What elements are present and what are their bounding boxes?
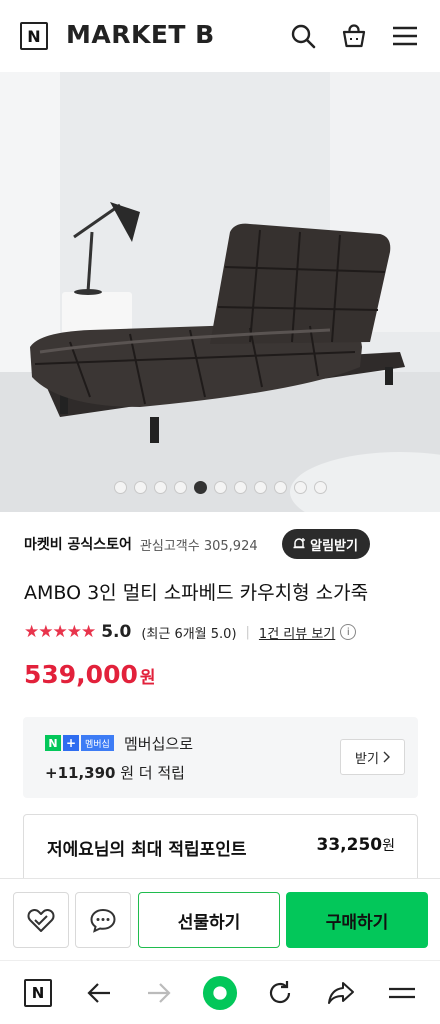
purchase-bar: 선물하기 구매하기	[0, 878, 440, 960]
max-points-label: 저에요님의 최대 적립포인트	[47, 840, 247, 860]
purchase-button[interactable]: 구매하기	[286, 892, 428, 948]
bell-plus-icon	[293, 538, 306, 549]
home-circle-icon[interactable]	[202, 975, 238, 1011]
back-arrow-icon[interactable]	[81, 975, 117, 1011]
max-points-unit: 원	[382, 838, 395, 854]
info-icon[interactable]: i	[340, 624, 357, 640]
nav-menu-icon[interactable]	[384, 975, 420, 1011]
menu-icon[interactable]	[389, 20, 421, 52]
slide-dot[interactable]	[233, 481, 247, 494]
membership-badge-label: 멤버십	[81, 735, 114, 751]
share-icon[interactable]	[323, 975, 359, 1011]
cart-icon[interactable]	[338, 20, 370, 52]
browser-nav-bar: N	[0, 960, 440, 1024]
forward-arrow-icon[interactable]	[141, 975, 177, 1011]
alarm-button[interactable]: 알림받기	[282, 529, 370, 559]
search-icon[interactable]	[287, 20, 319, 52]
chat-bubble-icon	[90, 908, 116, 933]
membership-points: +11,390 원 더 적립	[45, 762, 185, 783]
membership-text: 멤버십으로	[124, 735, 194, 753]
talk-button[interactable]	[75, 892, 131, 948]
store-followers: 관심고객수 305,924	[139, 538, 258, 554]
divider: |	[245, 624, 250, 640]
slide-dot[interactable]	[153, 481, 167, 494]
refresh-icon[interactable]	[262, 975, 298, 1011]
rating-row: ★★★★★ 5.0 (최근 6개월 5.0) | 1건 리뷰 보기 i	[24, 620, 357, 644]
slide-dot[interactable]	[213, 481, 227, 494]
product-image[interactable]	[0, 72, 440, 512]
slide-dot[interactable]	[113, 481, 127, 494]
product-price: 539,000 원	[24, 660, 156, 689]
price-unit: 원	[139, 668, 156, 688]
membership-box: N + 멤버십 멤버십으로 +11,390 원 더 적립 받기	[23, 717, 418, 798]
slide-dot[interactable]	[173, 481, 187, 494]
plus-badge-icon: +	[63, 735, 79, 751]
slide-indicator	[0, 481, 440, 494]
n-badge-icon: N	[45, 735, 61, 751]
n-logo-icon[interactable]: N	[20, 975, 56, 1011]
slide-more-dot[interactable]	[313, 481, 327, 494]
points-suffix: 원 더 적립	[120, 764, 185, 782]
slide-dot[interactable]	[133, 481, 147, 494]
slide-dot[interactable]	[293, 481, 307, 494]
alarm-button-label: 알림받기	[310, 538, 358, 554]
points-amount: +11,390	[45, 764, 116, 782]
slide-dot-active[interactable]	[193, 481, 207, 494]
get-button-label: 받기	[355, 751, 379, 767]
app-header: N MARKET B	[0, 0, 440, 72]
wishlist-button[interactable]	[13, 892, 69, 948]
heart-check-icon	[27, 909, 55, 932]
slide-dot[interactable]	[253, 481, 267, 494]
nav-n-logo: N	[24, 979, 52, 1007]
membership-badge: N + 멤버십	[45, 735, 114, 751]
max-points-value: 33,250원	[317, 835, 396, 855]
brand-title[interactable]: MARKET B	[66, 20, 215, 49]
sofa-bed-photo	[0, 72, 440, 512]
gift-button[interactable]: 선물하기	[138, 892, 280, 948]
price-value: 539,000	[24, 660, 138, 689]
rating-stars: ★★★★★	[24, 622, 96, 642]
n-logo-icon[interactable]: N	[20, 22, 48, 50]
review-link[interactable]: 1건 리뷰 보기	[259, 623, 335, 642]
rating-score: 5.0	[101, 622, 132, 642]
recent-rating: (최근 6개월 5.0)	[141, 626, 237, 642]
get-points-button[interactable]: 받기	[340, 739, 405, 775]
store-name[interactable]: 마켓비 공식스토어	[24, 534, 132, 554]
max-points-amount: 33,250	[316, 835, 383, 855]
store-row: 마켓비 공식스토어 관심고객수 305,924 알림받기	[24, 528, 416, 560]
product-title: AMBO 3인 멀티 소파베드 카우치형 소가죽	[24, 582, 369, 604]
slide-dot[interactable]	[273, 481, 287, 494]
chevron-right-icon	[383, 751, 390, 763]
